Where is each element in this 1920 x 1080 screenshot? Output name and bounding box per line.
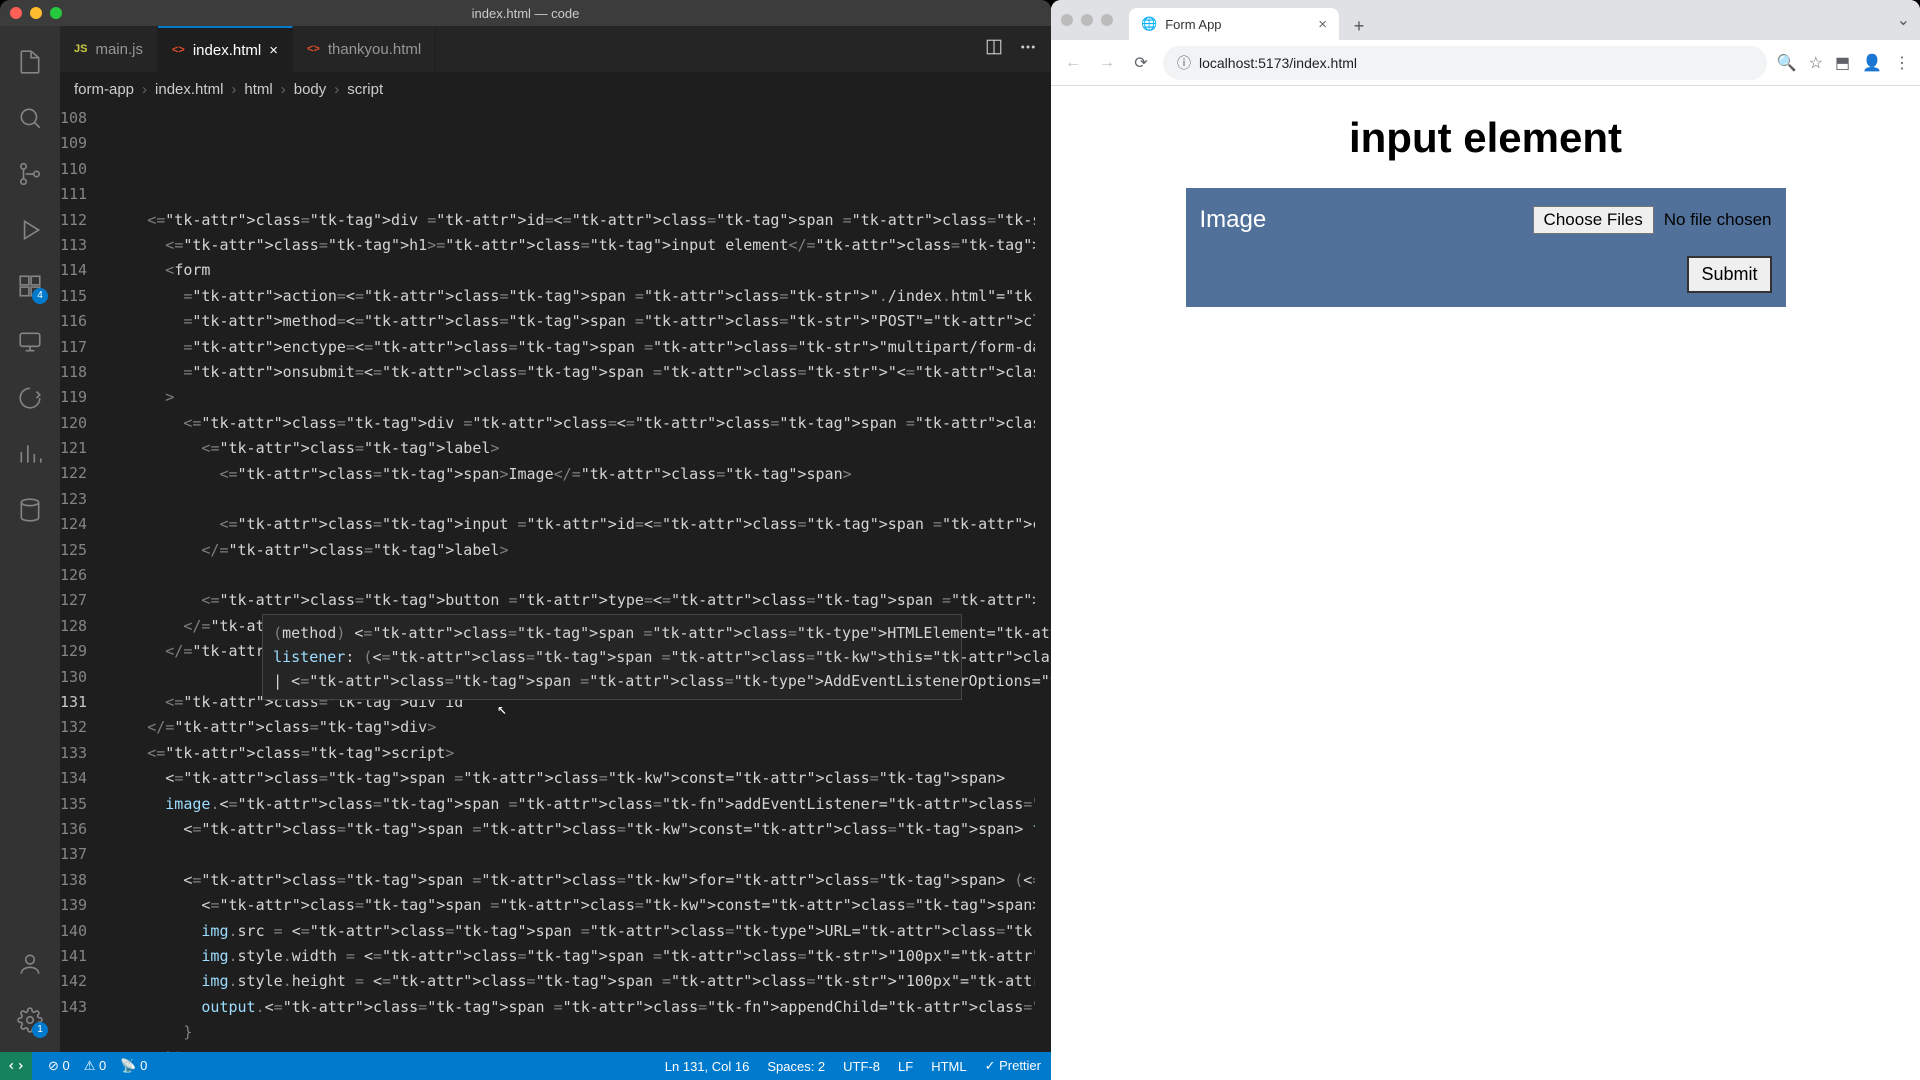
profile-avatar-icon[interactable]: 👤 [1862,53,1882,73]
browser-menu-icon[interactable]: ⋮ [1894,53,1910,73]
tab-favicon-icon: 🌐 [1141,16,1157,32]
ports-count[interactable]: 📡 0 [120,1058,147,1074]
close-tab-icon[interactable]: × [269,42,278,59]
extensions-badge: 4 [32,288,48,304]
remote-indicator[interactable] [0,1052,32,1080]
mouse-cursor-icon: ↖ [497,696,507,721]
breadcrumb-item[interactable]: body [294,81,327,98]
browser-toolbar: ← → ⟳ ⓘ localhost:5173/index.html 🔍 ☆ ⬒ … [1051,40,1920,86]
intellisense-hover: (method) <="tk-attr">class="tk-tag">span… [262,614,962,700]
warnings-count[interactable]: ⚠ 0 [84,1058,107,1074]
file-status-text: No file chosen [1664,210,1772,230]
tab-label: main.js [95,41,143,58]
file-icon: JS [74,43,87,55]
graph-icon[interactable] [6,430,54,478]
breadcrumbs[interactable]: form-app›index.html›html›body›script [60,72,1051,106]
submit-button[interactable]: Submit [1687,256,1771,293]
editor-tab[interactable]: <> index.html × [158,26,293,72]
prettier-status[interactable]: ✓ Prettier [985,1058,1041,1074]
window-traffic-lights [10,7,62,19]
back-button[interactable]: ← [1061,51,1085,75]
minimap[interactable] [1035,106,1051,1052]
forward-button[interactable]: → [1095,51,1119,75]
window-title: index.html — code [472,6,580,21]
editor-tab[interactable]: JS main.js [60,26,158,72]
azure-icon[interactable] [6,374,54,422]
editor-tabs: JS main.js <> index.html × <> thankyou.html [60,26,1051,72]
zoom-icon[interactable]: 🔍 [1777,53,1797,73]
settings-gear-icon[interactable]: 1 [6,996,54,1044]
vscode-titlebar: index.html — code [0,0,1051,26]
account-icon[interactable] [6,940,54,988]
reload-button[interactable]: ⟳ [1129,51,1153,75]
address-bar[interactable]: ⓘ localhost:5173/index.html [1163,46,1767,80]
expand-tabs-icon[interactable]: ⌄ [1897,10,1910,30]
activity-bar: 4 1 [0,26,60,1052]
code-content[interactable]: ↖ <="tk-attr">class="tk-tag">div ="tk-at… [107,106,1051,1052]
bookmark-star-icon[interactable]: ☆ [1809,53,1823,73]
eol[interactable]: LF [898,1059,913,1074]
language-mode[interactable]: HTML [931,1059,966,1074]
browser-tab-title: Form App [1165,17,1221,32]
page-content: input element Image Choose Files No file… [1051,86,1920,1080]
page-heading: input element [1349,114,1622,162]
explorer-icon[interactable] [6,38,54,86]
breadcrumb-item[interactable]: index.html [155,81,223,98]
tab-label: thankyou.html [328,41,421,58]
tab-label: index.html [193,42,261,59]
file-icon: <> [307,43,320,55]
image-label: Image [1200,206,1267,234]
cursor-position[interactable]: Ln 131, Col 16 [665,1059,750,1074]
debug-icon[interactable] [6,206,54,254]
choose-files-button[interactable]: Choose Files [1533,206,1654,234]
errors-count[interactable]: ⊘ 0 [48,1058,70,1074]
settings-badge: 1 [32,1022,48,1038]
close-window-icon[interactable] [10,7,22,19]
file-icon: <> [172,44,185,56]
database-icon[interactable] [6,486,54,534]
split-editor-icon[interactable] [985,38,1003,61]
editor-tab[interactable]: <> thankyou.html [293,26,436,72]
breadcrumb-item[interactable]: html [244,81,272,98]
source-control-icon[interactable] [6,150,54,198]
breadcrumb-item[interactable]: script [347,81,383,98]
close-tab-icon[interactable]: × [1318,16,1327,33]
maximize-window-icon[interactable] [50,7,62,19]
new-tab-button[interactable]: + [1345,12,1373,40]
minimize-window-icon[interactable] [30,7,42,19]
install-app-icon[interactable]: ⬒ [1835,53,1850,73]
url-text: localhost:5173/index.html [1199,55,1357,71]
line-number-gutter: 1081091101111121131141151161171181191201… [60,106,107,1052]
extensions-icon[interactable]: 4 [6,262,54,310]
remote-explorer-icon[interactable] [6,318,54,366]
code-editor[interactable]: 1081091101111121131141151161171181191201… [60,106,1051,1052]
search-icon[interactable] [6,94,54,142]
breadcrumb-item[interactable]: form-app [74,81,134,98]
more-actions-icon[interactable] [1019,38,1037,61]
indentation[interactable]: Spaces: 2 [767,1059,825,1074]
browser-tabstrip: 🌐 Form App × + ⌄ [1051,0,1920,40]
status-bar: ⊘ 0 ⚠ 0 📡 0 Ln 131, Col 16 Spaces: 2 UTF… [0,1052,1051,1080]
encoding[interactable]: UTF-8 [843,1059,880,1074]
form-body: Image Choose Files No file chosen Submit [1186,188,1786,307]
site-info-icon[interactable]: ⓘ [1177,53,1191,73]
browser-tab[interactable]: 🌐 Form App × [1129,8,1339,40]
browser-traffic-lights [1061,14,1113,26]
